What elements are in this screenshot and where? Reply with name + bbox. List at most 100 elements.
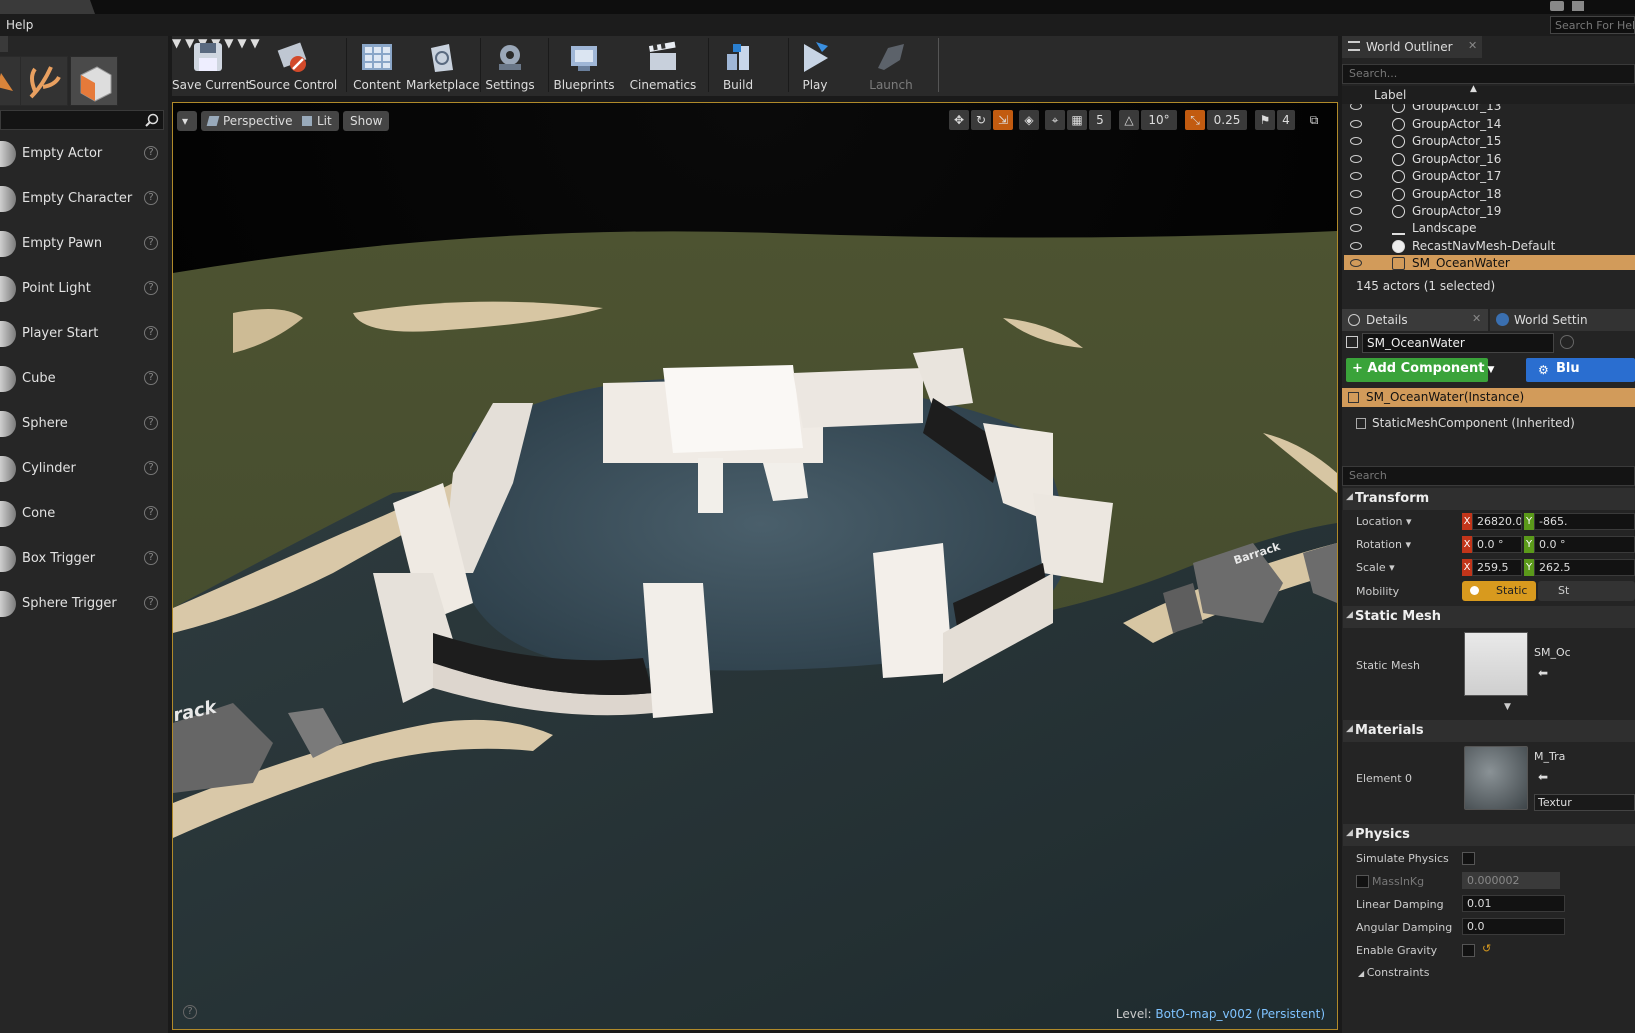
static-mesh-asset[interactable]: SM_Oc — [1534, 646, 1571, 659]
marketplace-button[interactable]: Marketplace — [406, 36, 480, 94]
menu-help[interactable]: Help — [6, 18, 33, 32]
use-selected-arrow-icon[interactable]: ⬅ — [1538, 770, 1548, 784]
blueprint-button[interactable]: ⚙ Blu — [1526, 358, 1635, 382]
visibility-eye-icon[interactable] — [1350, 259, 1362, 267]
place-item-point-light[interactable]: Point Light? — [0, 267, 164, 311]
static-mesh-thumbnail[interactable] — [1464, 632, 1528, 696]
visibility-eye-icon[interactable] — [1350, 242, 1362, 250]
visibility-eye-icon[interactable] — [1350, 190, 1362, 198]
location-x-field[interactable]: 26820.0 — [1472, 513, 1522, 530]
help-icon[interactable]: ? — [144, 461, 158, 475]
place-item-cylinder[interactable]: Cylinder? — [0, 447, 164, 491]
outliner-row[interactable]: GroupActor_16 — [1344, 151, 1635, 168]
transform-section-header[interactable]: ◢ Transform — [1343, 488, 1635, 510]
maximize-icon[interactable]: ⧉ — [1305, 110, 1323, 130]
save-current-button[interactable]: Save Current — [172, 36, 250, 94]
help-icon[interactable]: ? — [144, 191, 158, 205]
help-icon[interactable]: ? — [144, 596, 158, 610]
outliner-row[interactable]: Landscape — [1344, 220, 1635, 237]
rotation-snap-value[interactable]: 10° — [1141, 110, 1177, 130]
outliner-row[interactable]: GroupActor_14 — [1344, 116, 1635, 133]
visibility-eye-icon[interactable] — [1350, 207, 1362, 215]
mobility-static-button[interactable]: Static — [1462, 581, 1536, 601]
perspective-button[interactable]: Perspective — [201, 111, 300, 131]
use-selected-arrow-icon[interactable]: ⬅ — [1538, 666, 1548, 680]
simulate-physics-checkbox[interactable] — [1462, 852, 1475, 865]
tab-world-outliner[interactable]: World Outliner ✕ — [1342, 36, 1482, 58]
mode-geometry-button[interactable] — [70, 56, 118, 106]
angular-damping-field[interactable]: 0.0 — [1462, 918, 1565, 935]
place-item-empty-actor[interactable]: Empty Actor? — [0, 132, 164, 176]
help-icon[interactable]: ? — [144, 236, 158, 250]
enable-gravity-checkbox[interactable] — [1462, 944, 1475, 957]
show-button[interactable]: Show — [343, 111, 390, 131]
help-icon[interactable]: ? — [144, 326, 158, 340]
place-item-cube[interactable]: Cube? — [0, 357, 164, 401]
lock-icon[interactable] — [1560, 335, 1574, 349]
scale-x-field[interactable]: 259.5 — [1472, 559, 1522, 576]
visibility-eye-icon[interactable] — [1350, 120, 1362, 128]
component-instance-row[interactable]: SM_OceanWater(Instance) — [1342, 388, 1635, 407]
constraints-label[interactable]: ◢ Constraints — [1358, 966, 1429, 979]
location-y-field[interactable]: -865. — [1534, 513, 1635, 530]
viewport-options-button[interactable]: ▾ — [177, 111, 197, 131]
content-button[interactable]: Content — [350, 36, 404, 94]
visibility-eye-icon[interactable] — [1350, 104, 1362, 110]
place-item-empty-pawn[interactable]: Empty Pawn? — [0, 222, 164, 266]
translate-icon[interactable]: ✥ — [949, 110, 969, 130]
outliner-row[interactable]: GroupActor_13 — [1344, 104, 1635, 115]
panel-tab-stub[interactable] — [0, 36, 8, 52]
place-item-sphere[interactable]: Sphere? — [0, 402, 164, 446]
visibility-eye-icon[interactable] — [1350, 137, 1362, 145]
help-icon[interactable]: ? — [144, 371, 158, 385]
world-local-icon[interactable]: ◈ — [1019, 110, 1039, 130]
viewport-help-icon[interactable]: ? — [183, 1005, 197, 1019]
place-search-input[interactable] — [0, 110, 164, 130]
scene-render[interactable] — [173, 103, 1337, 1029]
mobility-stationary-button[interactable]: St — [1538, 581, 1635, 601]
materials-section-header[interactable]: ◢ Materials — [1343, 720, 1635, 742]
grid-snap-value[interactable]: 5 — [1089, 110, 1111, 130]
scale-label[interactable]: Scale ▾ — [1356, 561, 1395, 574]
material-asset[interactable]: M_Tra — [1534, 750, 1565, 763]
visibility-eye-icon[interactable] — [1350, 172, 1362, 180]
camera-speed-value[interactable]: 4 — [1277, 110, 1295, 130]
settings-button[interactable]: Settings — [482, 36, 538, 94]
launch-button[interactable]: Launch — [862, 36, 920, 94]
check-icon[interactable] — [1572, 1, 1584, 11]
close-icon[interactable]: ✕ — [1472, 312, 1481, 325]
help-icon[interactable]: ? — [144, 551, 158, 565]
grid-snap-icon[interactable]: ▦ — [1067, 110, 1087, 130]
reset-default-icon[interactable]: ↺ — [1482, 942, 1491, 955]
lit-button[interactable]: Lit — [295, 111, 339, 131]
place-item-player-start[interactable]: Player Start? — [0, 312, 164, 356]
scale-snap-icon[interactable]: ⤡ — [1185, 110, 1205, 130]
rotation-snap-icon[interactable]: △ — [1119, 110, 1139, 130]
build-button[interactable]: Build — [712, 36, 764, 94]
editor-tab[interactable] — [0, 0, 95, 14]
level-viewport[interactable]: rack Barrack ▾ Perspective Lit Show ✥ ↻ … — [172, 102, 1338, 1030]
blueprints-button[interactable]: Blueprints — [552, 36, 616, 94]
chat-icon[interactable] — [1550, 1, 1564, 11]
tab-details[interactable]: Details ✕ — [1342, 309, 1488, 331]
tab-world-settings[interactable]: World Settin — [1490, 309, 1635, 331]
surface-snap-icon[interactable]: ⌖ — [1045, 110, 1065, 130]
rotation-y-field[interactable]: 0.0 ° — [1534, 536, 1635, 553]
play-button[interactable]: Play — [792, 36, 838, 94]
help-icon[interactable]: ? — [144, 281, 158, 295]
source-control-button[interactable]: Source Control — [248, 36, 338, 94]
scale-snap-value[interactable]: 0.25 — [1207, 110, 1247, 130]
mass-override-checkbox[interactable] — [1356, 875, 1369, 888]
place-item-cone[interactable]: Cone? — [0, 492, 164, 536]
cinematics-button[interactable]: Cinematics — [626, 36, 700, 94]
outliner-row[interactable]: GroupActor_17 — [1344, 168, 1635, 185]
outliner-row[interactable]: GroupActor_18 — [1344, 186, 1635, 203]
material-thumbnail[interactable] — [1464, 746, 1528, 810]
mass-field[interactable]: 0.000002 — [1462, 872, 1560, 889]
static-mesh-section-header[interactable]: ◢ Static Mesh — [1343, 606, 1635, 628]
outliner-row-selected[interactable]: SM_OceanWater — [1344, 255, 1635, 270]
add-component-button[interactable]: + Add Component ▼ — [1346, 358, 1494, 382]
actor-name-field[interactable]: SM_OceanWater — [1362, 333, 1554, 353]
close-icon[interactable]: ✕ — [1468, 39, 1477, 52]
place-item-empty-character[interactable]: Empty Character? — [0, 177, 164, 221]
